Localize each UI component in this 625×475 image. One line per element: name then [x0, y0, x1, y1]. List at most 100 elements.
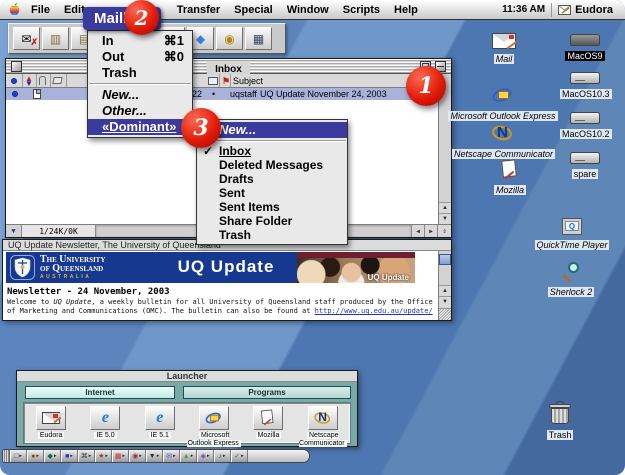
control-strip-module[interactable]: ▼▸ [146, 450, 163, 462]
control-strip[interactable]: □▸ ●▸ ◆▸ ■▸ ⌘▸ ★▸ ▦▸ ◉▸ ▼▸ ✉▸ ▲▸ ◈▸ ♪▸ ✓… [2, 449, 310, 463]
submenu-item-sent-items[interactable]: Sent Items [197, 200, 347, 214]
scroll-left-arrow[interactable]: ◀ [411, 225, 424, 237]
scroll-down-arrow[interactable]: ▼ [439, 213, 451, 224]
menu-item-other[interactable]: Other... [88, 103, 192, 119]
icon-label: spare [572, 169, 599, 179]
callout-badge-2: 2 [124, 0, 159, 35]
control-strip-module[interactable]: ⌘▸ [78, 450, 95, 462]
menu-item-out[interactable]: Out⌘0 [88, 49, 192, 65]
control-strip-handle[interactable] [3, 450, 10, 462]
icon-label: MacOS10.3 [560, 89, 612, 99]
label-column-icon[interactable] [52, 77, 62, 84]
desktop-icon-trash[interactable]: Trash [540, 402, 580, 443]
icon-label: Mail [494, 54, 515, 64]
launcher-title[interactable]: Launcher [17, 371, 357, 382]
uq-update-banner: The University of Queensland AUSTRALIA U… [6, 252, 415, 283]
scroll-up-arrow[interactable]: ▲ [439, 285, 451, 296]
menu-transfer[interactable]: Transfer [170, 0, 227, 20]
scroll-down-arrow[interactable]: ▼ [439, 296, 451, 307]
in-mailbox-button[interactable]: ▥ [42, 27, 69, 50]
launcher-item-netscape[interactable]: N Netscape Communicator [296, 406, 350, 447]
scrollbar-thumb[interactable] [439, 254, 451, 265]
desktop-icon-macos103[interactable]: MacOS10.3 [560, 72, 610, 102]
desktop: Mail MacOS9 Microsoft Outlook Express Ma… [0, 0, 625, 475]
outlook-express-icon [205, 409, 224, 427]
scroll-up-arrow[interactable]: ▲ [439, 202, 451, 213]
submenu-item-share-folder[interactable]: Share Folder [197, 214, 347, 228]
scroll-right-arrow[interactable]: ▶ [424, 225, 437, 237]
control-strip-module[interactable]: ◉▸ [129, 450, 146, 462]
flag-column-icon[interactable]: ⚑ [222, 76, 230, 87]
desktop-icon-outlook-express[interactable]: Microsoft Outlook Express [447, 84, 559, 124]
desktop-icon-macos9[interactable]: MacOS9 [560, 34, 610, 64]
menu-item-in[interactable]: In⌘1 [88, 33, 192, 49]
mailbox-popup-button[interactable]: ▼ [6, 225, 22, 237]
control-strip-module[interactable]: ▦▸ [112, 450, 129, 462]
menu-help[interactable]: Help [387, 0, 425, 20]
subject-column-header[interactable]: Subject [233, 74, 263, 88]
apple-menu-icon[interactable] [9, 3, 20, 16]
directory-button[interactable]: ▦ [245, 27, 272, 50]
submenu-item-trash[interactable]: Trash [197, 228, 347, 242]
launcher-item-ie50[interactable]: e IE 5.0 [78, 406, 132, 440]
control-strip-module[interactable]: ●▸ [27, 450, 44, 462]
application-menu[interactable]: Eudora [575, 4, 625, 16]
control-strip-module[interactable]: ▲▸ [180, 450, 197, 462]
desktop-icon-sherlock[interactable]: Sherlock 2 [542, 262, 600, 300]
control-strip-module[interactable]: ♪▸ [214, 450, 231, 462]
menu-item-trash[interactable]: Trash [88, 65, 192, 81]
control-strip-module[interactable]: ★▸ [95, 450, 112, 462]
menu-item-dominant[interactable]: «Dominant» [88, 119, 192, 135]
desktop-icon-macos102[interactable]: MacOS10.2 [560, 112, 610, 142]
newsletter-link[interactable]: http://www.uq.edu.au/update/ [315, 307, 433, 315]
desktop-icon-quicktime[interactable]: Q QuickTime Player [530, 218, 614, 253]
control-strip-module[interactable]: ◈▸ [197, 450, 214, 462]
control-strip-module[interactable]: ■▸ [61, 450, 78, 462]
control-strip-module[interactable]: ◆▸ [44, 450, 61, 462]
menu-file[interactable]: File [24, 0, 57, 20]
uq-crest-icon [10, 255, 35, 283]
desktop-icon-mozilla[interactable]: Mozilla [488, 160, 532, 198]
launcher-item-ie51[interactable]: e IE 5.1 [133, 406, 187, 440]
priority-column-icon[interactable]: ▲▼ [25, 76, 33, 86]
menubar-clock[interactable]: 11:36 AM [502, 4, 545, 15]
desktop-icon-netscape[interactable]: N Netscape Communicator [452, 122, 554, 162]
mail-icon [492, 33, 516, 49]
menu-scripts[interactable]: Scripts [336, 0, 387, 20]
message-row[interactable]: 22 • uqstaff UQ Update November 24, 2003 [6, 88, 438, 100]
desktop-icon-spare[interactable]: spare [562, 152, 608, 182]
trash-icon [550, 402, 570, 425]
mailbox-stats: 1/24K/0K [22, 225, 96, 237]
tab-internet[interactable]: Internet [25, 386, 175, 399]
close-box[interactable] [11, 61, 22, 72]
grow-box[interactable]: ⇕ [437, 225, 451, 237]
launcher-item-outlook[interactable]: Microsoft Outlook Express [187, 406, 241, 447]
attachment-column-icon[interactable] [39, 76, 46, 85]
menu-item-new[interactable]: New... [88, 87, 192, 103]
address-book-button[interactable]: ◉ [216, 27, 243, 50]
submenu-item-deleted-messages[interactable]: Deleted Messages [197, 158, 347, 172]
menu-special[interactable]: Special [227, 0, 280, 20]
control-strip-module[interactable]: □▸ [10, 450, 27, 462]
netscape-icon: N [313, 409, 332, 427]
inbox-titlebar[interactable]: Inbox [6, 59, 451, 74]
launcher-item-eudora[interactable]: Eudora [24, 406, 78, 440]
menu-window[interactable]: Window [280, 0, 336, 20]
submenu-item-inbox[interactable]: ✓Inbox [197, 144, 347, 158]
message-vertical-scrollbar[interactable]: ▲ ▼ [438, 251, 451, 320]
control-strip-module[interactable]: ✓▸ [231, 450, 248, 462]
submenu-item-drafts[interactable]: Drafts [197, 172, 347, 186]
resize-grip[interactable] [439, 308, 451, 320]
dominant-submenu: New... ✓Inbox Deleted Messages Drafts Se… [196, 119, 348, 245]
mailbox-menu: In⌘1 Out⌘0 Trash New... Other... «Domina… [87, 30, 193, 138]
callout-badge-3: 3 [181, 108, 221, 148]
launcher-item-mozilla[interactable]: Mozilla [241, 406, 295, 440]
mozilla-icon [500, 160, 520, 180]
server-status-column-icon[interactable] [208, 77, 218, 85]
control-strip-module[interactable]: ✉▸ [163, 450, 180, 462]
status-column-icon[interactable] [11, 78, 17, 84]
desktop-icon-mail[interactable]: Mail [482, 33, 526, 67]
delete-mail-button[interactable]: ✉✗ [13, 27, 40, 50]
submenu-item-sent[interactable]: Sent [197, 186, 347, 200]
tab-programs[interactable]: Programs [183, 386, 351, 399]
